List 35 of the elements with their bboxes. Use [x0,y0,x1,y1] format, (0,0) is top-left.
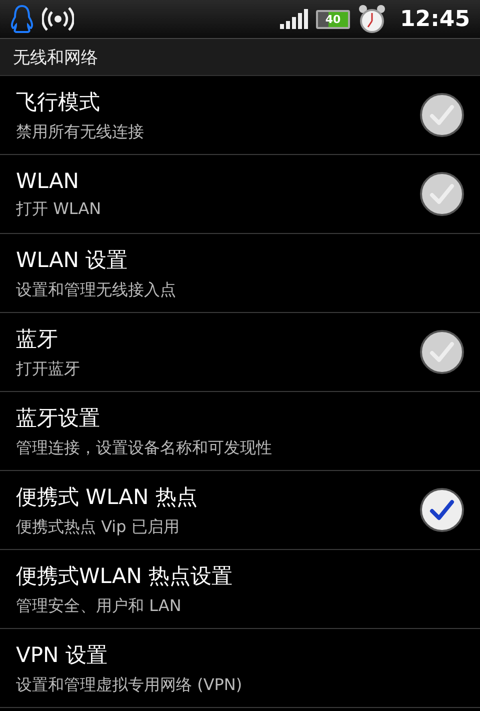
setting-summary: 打开 WLAN [16,198,102,220]
setting-title: 便携式 WLAN 热点 [16,484,198,510]
settings-row[interactable]: 便携式WLAN 热点设置 管理安全、用户和 LAN [0,550,480,629]
setting-summary: 设置和管理无线接入点 [16,280,177,300]
section-title: 无线和网络 [13,46,98,68]
setting-summary: 打开蓝牙 [16,358,81,380]
setting-title: 蓝牙 [16,326,59,352]
settings-row[interactable]: WLAN 设置 设置和管理无线接入点 [0,234,480,313]
setting-title: 便携式WLAN 热点设置 [16,562,234,590]
checkbox[interactable] [420,488,464,532]
battery-level: 40 [325,12,341,26]
hotspot-icon [42,6,74,32]
setting-title: 飞行模式 [16,88,101,116]
setting-title: VPN 设置 [16,642,108,668]
settings-row[interactable]: VPN 设置 设置和管理虚拟专用网络 (VPN) [0,629,480,708]
settings-row[interactable]: 蓝牙 打开蓝牙 [0,313,480,392]
setting-title: 蓝牙设置 [16,404,101,432]
signal-icon [280,9,308,29]
setting-summary: 便携式热点 Vip 已启用 [16,516,180,538]
penguin-icon [10,4,34,34]
checkbox[interactable] [420,93,464,137]
settings-row[interactable]: WLAN 打开 WLAN [0,155,480,234]
setting-summary: 管理连接，设置设备名称和可发现性 [16,438,273,458]
checkbox[interactable] [420,172,464,216]
clock-time: 12:45 [400,6,470,32]
settings-row[interactable]: 蓝牙设置 管理连接，设置设备名称和可发现性 [0,392,480,471]
setting-title: WLAN [16,168,80,192]
setting-title: WLAN 设置 [16,246,129,274]
setting-summary: 禁用所有无线连接 [16,122,145,142]
setting-summary: 设置和管理虚拟专用网络 (VPN) [16,674,244,696]
settings-row[interactable]: 便携式 WLAN 热点 便携式热点 Vip 已启用 [0,471,480,550]
alarm-clock-icon [358,4,386,34]
checkbox[interactable] [420,330,464,374]
settings-row[interactable]: 飞行模式 禁用所有无线连接 [0,76,480,155]
setting-summary: 管理安全、用户和 LAN [16,596,182,616]
